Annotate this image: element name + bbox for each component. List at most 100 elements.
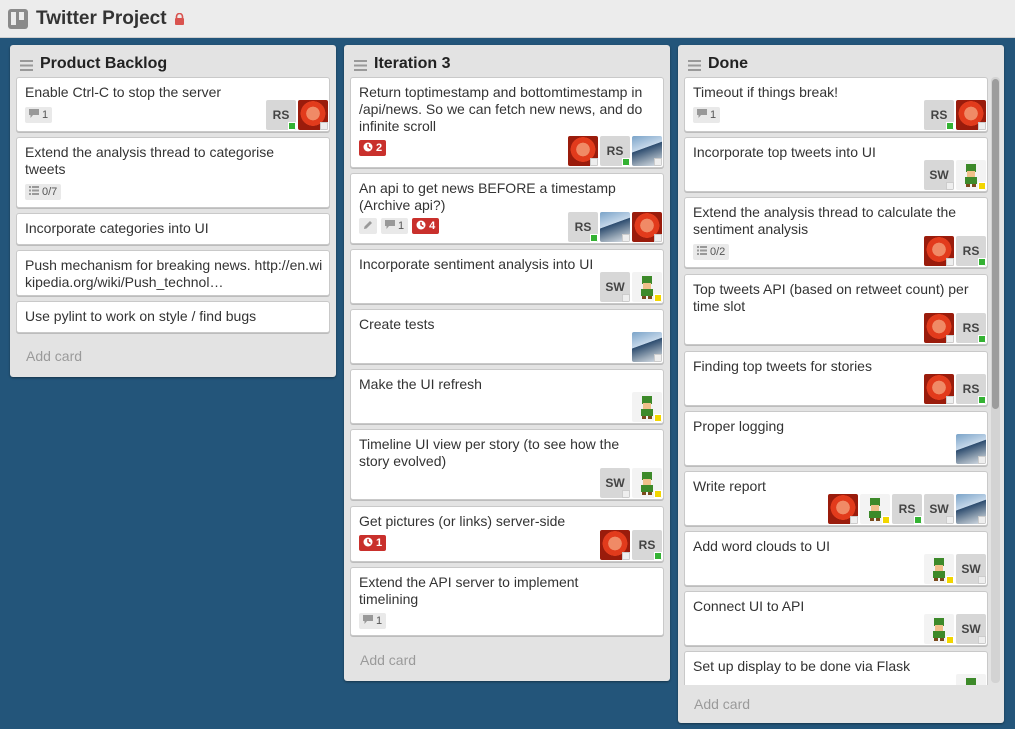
comment-icon [697,109,707,121]
member-avatar[interactable] [632,392,662,422]
member-avatar[interactable] [860,494,890,524]
lock-icon[interactable] [174,12,185,30]
member-avatar[interactable]: SW [924,494,954,524]
member-avatar[interactable]: RS [956,236,986,266]
member-avatar[interactable] [956,434,986,464]
add-card-link[interactable]: Add card [26,348,82,364]
member-avatar[interactable]: SW [956,614,986,644]
card-title: Return toptimestamp and bottomtimestamp … [359,84,643,134]
member-avatar[interactable]: RS [632,530,662,560]
add-card-link[interactable]: Add card [360,652,416,668]
member-avatar[interactable]: RS [266,100,296,130]
member-avatar[interactable]: SW [600,272,630,302]
card-title: Incorporate top tweets into UI [693,144,876,160]
member-avatar[interactable] [632,212,662,242]
card-title: Push mechanism for breaking news. http:/… [25,257,323,290]
card[interactable]: Make the UI refresh [350,369,664,424]
card-title: Incorporate sentiment analysis into UI [359,256,594,272]
comment-icon [385,220,395,232]
member-avatar[interactable] [924,614,954,644]
member-avatar[interactable] [298,100,328,130]
member-avatar[interactable]: RS [924,100,954,130]
board-title[interactable]: Twitter Project [36,8,167,30]
list-title[interactable]: Iteration 3 [374,55,450,73]
checklist-icon [29,186,39,198]
member-avatar[interactable] [632,136,662,166]
member-avatar[interactable] [924,313,954,343]
board-icon[interactable] [8,9,28,34]
member-avatar[interactable]: RS [892,494,922,524]
list-menu-icon[interactable] [354,58,367,76]
card-title: Use pylint to work on style / find bugs [25,308,257,324]
card[interactable]: Incorporate top tweets into UI SW [684,137,988,192]
member-avatar[interactable] [600,530,630,560]
card[interactable]: Incorporate sentiment analysis into UI S… [350,249,664,304]
card[interactable]: Create tests [350,309,664,364]
description-badge [359,218,377,234]
checklist-badge: 0/2 [693,244,730,260]
member-avatar[interactable]: RS [956,313,986,343]
checklist-count: 0/2 [710,246,726,258]
card[interactable]: Extend the analysis thread to calculate … [684,197,988,268]
add-card-link[interactable]: Add card [694,696,750,712]
card-title: Extend the API server to implement timel… [359,574,579,607]
comments-badge: 1 [25,107,53,123]
member-avatar[interactable]: RS [568,212,598,242]
clock-icon [363,537,373,550]
card[interactable]: An api to get news BEFORE a timestamp (A… [350,173,664,244]
member-avatar[interactable] [600,212,630,242]
card[interactable]: Timeout if things break! 1 RS [684,77,988,132]
card[interactable]: Write report RS SW [684,471,988,526]
due-count: 4 [429,220,436,232]
member-avatar[interactable] [956,494,986,524]
list-title[interactable]: Done [708,55,748,73]
card[interactable]: Incorporate categories into UI [16,213,330,245]
member-avatar[interactable] [956,674,986,685]
member-avatar[interactable] [632,468,662,498]
board-header: Twitter Project [0,0,1015,38]
clock-icon [416,220,426,233]
list-title[interactable]: Product Backlog [40,55,167,73]
list-menu-icon[interactable] [688,58,701,76]
member-avatar[interactable] [956,100,986,130]
card[interactable]: Use pylint to work on style / find bugs [16,301,330,333]
comment-count: 1 [710,109,717,121]
member-avatar[interactable]: RS [600,136,630,166]
member-avatar[interactable]: RS [956,374,986,404]
member-avatar[interactable] [568,136,598,166]
scrollbar-thumb[interactable] [992,79,999,409]
list-menu-icon[interactable] [20,58,33,76]
member-avatar[interactable] [828,494,858,524]
comment-icon [29,109,39,121]
card[interactable]: Get pictures (or links) server-side 1 RS [350,506,664,562]
member-avatar[interactable] [924,236,954,266]
card[interactable]: Add word clouds to UI SW [684,531,988,586]
card[interactable]: Finding top tweets for stories RS [684,351,988,406]
card[interactable]: Extend the API server to implement timel… [350,567,664,636]
card-title: Make the UI refresh [359,376,482,392]
card-title: Enable Ctrl-C to stop the server [25,84,222,100]
member-avatar[interactable]: SW [956,554,986,584]
card[interactable]: Extend the analysis thread to categorise… [16,137,330,208]
member-avatar[interactable] [956,160,986,190]
card[interactable]: Top tweets API (based on retweet count) … [684,274,988,345]
member-avatar[interactable] [924,374,954,404]
card[interactable]: Set up display to be done via Flask [684,651,988,685]
card[interactable]: Connect UI to API SW [684,591,988,646]
member-avatar[interactable] [924,554,954,584]
due-count: 2 [376,142,383,154]
card[interactable]: Return toptimestamp and bottomtimestamp … [350,77,664,168]
card[interactable]: Timeline UI view per story (to see how t… [350,429,664,500]
comment-count: 1 [376,615,383,627]
card[interactable]: Proper logging [684,411,988,466]
card[interactable]: Push mechanism for breaking news. http:/… [16,250,330,296]
member-avatar[interactable] [632,332,662,362]
member-avatar[interactable]: SW [924,160,954,190]
list-cards-scroll[interactable]: Timeout if things break! 1 RS Incorporat… [678,75,992,685]
member-avatar[interactable] [632,272,662,302]
list-scrollbar[interactable] [991,77,1000,683]
card[interactable]: Enable Ctrl-C to stop the server 1 RS [16,77,330,132]
comments-badge: 1 [381,218,409,234]
card-title: Add word clouds to UI [693,538,830,554]
member-avatar[interactable]: SW [600,468,630,498]
